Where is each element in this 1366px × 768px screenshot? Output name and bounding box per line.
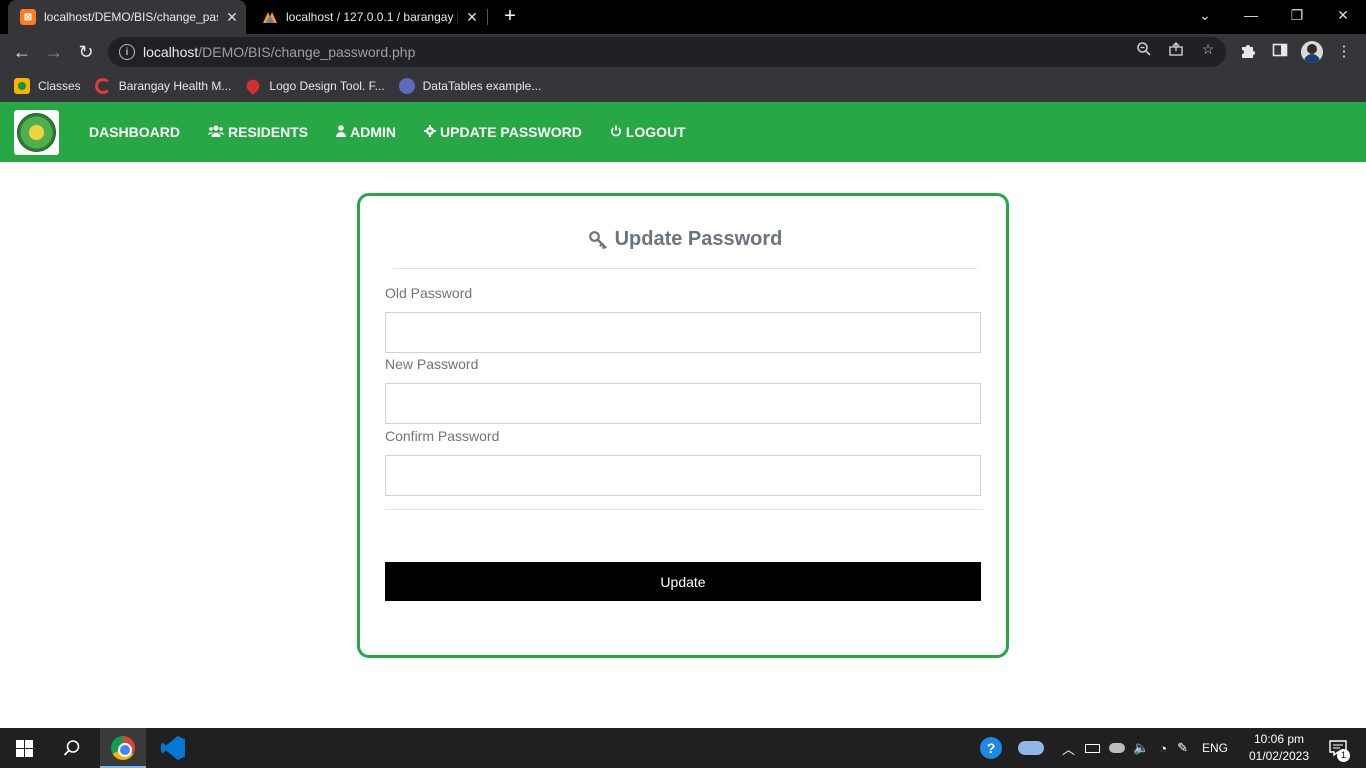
taskbar-vscode[interactable] <box>150 728 196 768</box>
clock-date: 01/02/2023 <box>1248 749 1310 763</box>
old-password-input[interactable] <box>385 312 981 353</box>
wifi-icon[interactable]: ◔ <box>1159 741 1167 756</box>
new-tab-button[interactable]: + <box>498 4 522 28</box>
forward-arrow-icon[interactable]: → <box>42 40 66 64</box>
bookmark-datatables[interactable]: DataTables example... <box>398 78 541 94</box>
bookmark-star-icon[interactable]: ☆ <box>1200 41 1216 57</box>
card-header: Update Password <box>393 228 977 269</box>
xampp-icon: ⊠ <box>20 9 36 25</box>
volume-icon[interactable]: 🔈 <box>1133 740 1149 756</box>
back-arrow-icon[interactable]: ← <box>10 40 34 64</box>
old-password-label: Old Password <box>385 285 473 301</box>
flame-icon <box>244 76 263 96</box>
restore-button[interactable]: ❐ <box>1274 0 1320 30</box>
language-indicator[interactable]: ENG <box>1202 741 1228 755</box>
google-classroom-icon <box>14 78 30 94</box>
extensions-puzzle-icon[interactable] <box>1238 42 1258 62</box>
c-logo-icon <box>94 78 111 94</box>
tab-search-chevron-icon[interactable]: ⌄ <box>1182 0 1228 30</box>
tab-title: localhost/DEMO/BIS/change_pas <box>44 10 218 24</box>
address-bar[interactable]: i localhost/DEMO/BIS/change_password.php <box>108 37 1226 67</box>
confirm-password-input[interactable] <box>385 455 981 496</box>
tab-close-icon[interactable]: ✕ <box>218 9 246 26</box>
barangay-logo[interactable] <box>14 110 59 155</box>
notifications-button[interactable]: 1 <box>1318 728 1358 768</box>
pen-icon[interactable]: ✎ <box>1177 740 1188 756</box>
nav-links: DASHBOARD RESIDENTS ADMIN UPDATE PASSWOR… <box>89 102 714 162</box>
reload-icon[interactable]: ↻ <box>74 40 98 64</box>
clock[interactable]: 10:06 pm 01/02/2023 <box>1248 731 1310 765</box>
bookmarks-bar: Classes Barangay Health M... Logo Design… <box>0 70 1366 102</box>
form-divider <box>385 509 983 510</box>
browser-tab-bar: ⊠ localhost/DEMO/BIS/change_pas ✕ localh… <box>0 0 1366 34</box>
nav-residents[interactable]: RESIDENTS <box>208 124 308 140</box>
key-icon <box>588 230 607 249</box>
windows-logo-icon <box>15 739 33 757</box>
tab-close-icon[interactable]: ✕ <box>458 9 486 26</box>
tab-separator <box>487 9 488 25</box>
vscode-icon <box>161 736 185 760</box>
search-button[interactable] <box>48 728 96 768</box>
barangay-seal-icon <box>17 113 56 152</box>
search-icon <box>63 740 80 756</box>
nav-dashboard[interactable]: DASHBOARD <box>89 124 180 140</box>
taskbar-chrome[interactable] <box>100 728 146 768</box>
menu-kebab-icon[interactable]: ⋮ <box>1334 42 1354 62</box>
nav-logout[interactable]: LOGOUT <box>610 124 686 140</box>
power-icon <box>610 125 622 140</box>
battery-icon[interactable] <box>1085 743 1101 753</box>
tab-change-password[interactable]: ⊠ localhost/DEMO/BIS/change_pas ✕ <box>8 0 246 34</box>
new-password-label: New Password <box>385 356 479 372</box>
tab-title: localhost / 127.0.0.1 / barangay | <box>286 10 458 24</box>
chevron-up-icon[interactable]: ︿ <box>1062 739 1075 758</box>
clock-time: 10:06 pm <box>1253 732 1305 746</box>
chrome-icon <box>111 736 135 760</box>
update-button[interactable]: Update <box>385 562 981 601</box>
side-panel-icon[interactable] <box>1270 42 1290 62</box>
site-info-icon[interactable]: i <box>119 44 135 60</box>
nav-update-password[interactable]: UPDATE PASSWORD <box>424 124 582 140</box>
update-password-card: Update Password Old Password New Passwor… <box>357 193 1009 658</box>
bookmark-logo-design-tool[interactable]: Logo Design Tool. F... <box>244 76 385 96</box>
user-icon <box>336 124 347 140</box>
start-button[interactable] <box>0 728 48 768</box>
share-icon[interactable] <box>1168 41 1184 57</box>
datatables-icon <box>398 78 415 94</box>
zoom-icon[interactable] <box>1136 41 1152 57</box>
profile-avatar[interactable] <box>1301 41 1323 63</box>
browser-toolbar: ← → ↻ i localhost/DEMO/BIS/change_passwo… <box>0 34 1366 70</box>
notification-count-badge: 1 <box>1337 749 1350 762</box>
tab-phpmyadmin[interactable]: localhost / 127.0.0.1 / barangay | ✕ <box>250 0 486 34</box>
nav-admin[interactable]: ADMIN <box>336 124 396 140</box>
cog-icon <box>424 124 437 140</box>
bookmark-classes[interactable]: Classes <box>14 78 81 94</box>
new-password-input[interactable] <box>385 383 981 424</box>
card-title: Update Password <box>588 228 782 251</box>
system-tray: ? ︿ 🔈 ◔ ✎ ENG <box>980 728 1228 768</box>
onedrive-cloud-icon[interactable] <box>1018 741 1044 755</box>
confirm-password-label: Confirm Password <box>385 428 500 444</box>
site-navbar: DASHBOARD RESIDENTS ADMIN UPDATE PASSWOR… <box>0 102 1366 162</box>
users-icon <box>208 124 224 140</box>
minimize-button[interactable]: — <box>1228 0 1274 30</box>
windows-taskbar: ? ︿ 🔈 ◔ ✎ ENG 10:06 pm 01/02/2023 1 <box>0 728 1366 768</box>
bookmark-barangay-health[interactable]: Barangay Health M... <box>94 78 231 94</box>
phpmyadmin-icon <box>262 9 278 25</box>
close-window-button[interactable]: ✕ <box>1320 0 1366 30</box>
network-status-icon[interactable] <box>1109 743 1126 753</box>
url-text[interactable]: localhost/DEMO/BIS/change_password.php <box>143 44 415 60</box>
help-icon[interactable]: ? <box>980 737 1002 759</box>
